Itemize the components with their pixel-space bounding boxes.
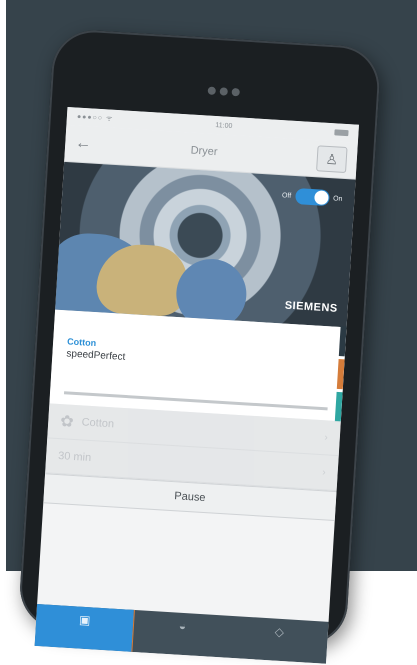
chevron-right-icon: › xyxy=(324,431,329,443)
toggle-on-label: On xyxy=(332,194,343,203)
battery-icon xyxy=(334,129,349,137)
program-card[interactable]: Cotton speedPerfect xyxy=(49,309,347,422)
nav-item-recipes[interactable]: ◒ xyxy=(132,610,231,658)
back-button[interactable]: ← xyxy=(75,135,92,154)
cotton-icon: ✿ xyxy=(59,413,75,431)
power-toggle-group: Off On xyxy=(281,187,343,207)
page-title: Dryer xyxy=(190,144,218,159)
side-tab-2[interactable] xyxy=(336,358,345,390)
dryer-hero-image: Off On SIEMENS xyxy=(55,161,356,328)
status-time: 11:00 xyxy=(215,121,233,130)
bottom-nav: ▣ ◒ ◇ xyxy=(34,604,329,664)
phone-device: ●●●○○ ᯤ 11:00 ← Dryer ♙ Off On SIEMENS C… xyxy=(17,27,382,664)
signal-indicator: ●●●○○ ᯤ xyxy=(76,113,114,123)
brand-logo: SIEMENS xyxy=(284,299,339,315)
user-icon: ♙ xyxy=(325,150,339,168)
settings-icon: ◇ xyxy=(274,624,285,640)
nav-item-appliance[interactable]: ▣ xyxy=(34,604,134,652)
chevron-right-icon: › xyxy=(322,466,327,478)
app-screen: ●●●○○ ᯤ 11:00 ← Dryer ♙ Off On SIEMENS C… xyxy=(34,106,359,664)
toggle-off-label: Off xyxy=(281,191,292,200)
nav-item-settings[interactable]: ◇ xyxy=(229,616,328,664)
side-tab-1[interactable] xyxy=(338,326,347,357)
appliance-icon: ▣ xyxy=(78,612,91,628)
setting-label: 30 min xyxy=(57,450,92,465)
setting-label: Cotton xyxy=(81,416,115,431)
side-tab-3[interactable] xyxy=(334,391,343,423)
toggle-knob xyxy=(313,190,329,206)
frame-edge xyxy=(0,0,6,571)
earpiece xyxy=(207,81,252,97)
user-menu-button[interactable]: ♙ xyxy=(316,145,348,174)
power-toggle[interactable] xyxy=(294,188,330,207)
recipes-icon: ◒ xyxy=(178,618,187,634)
